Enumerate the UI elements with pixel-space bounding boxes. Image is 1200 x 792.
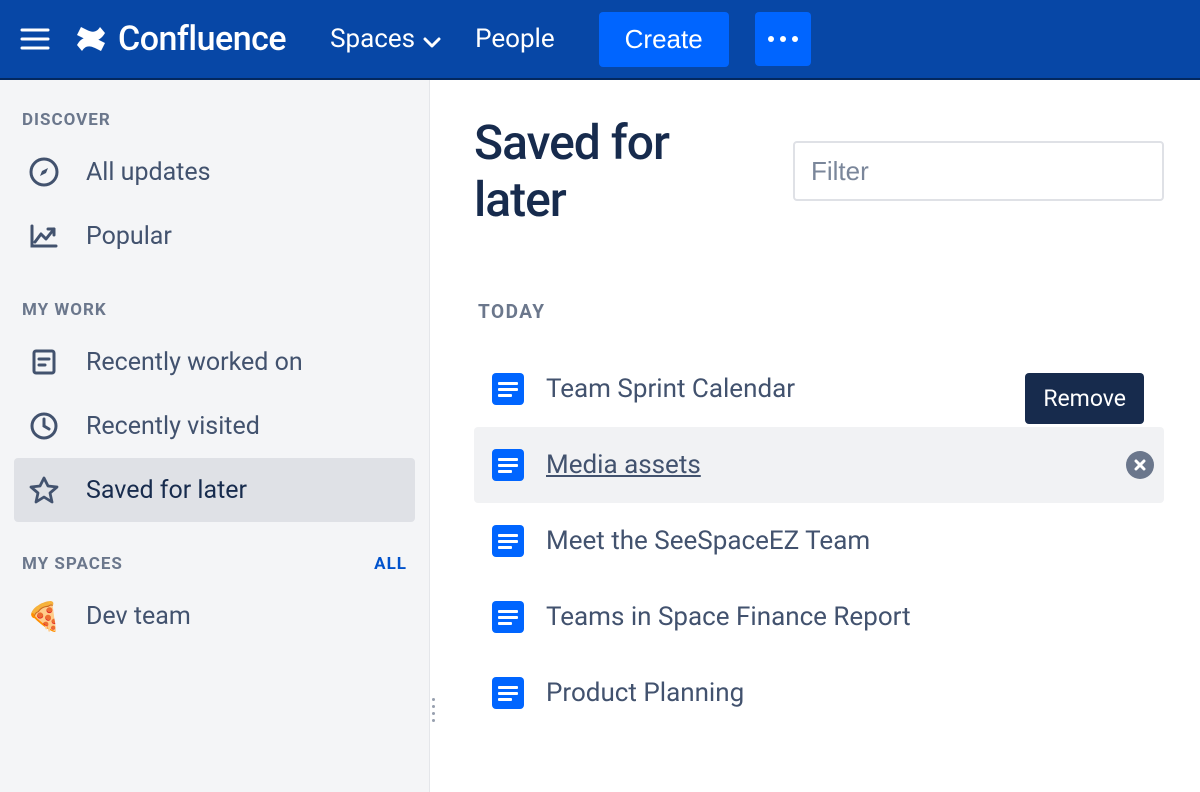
product-name: Confluence bbox=[118, 19, 286, 59]
page-icon bbox=[492, 449, 524, 481]
main-content: Saved for later TODAY Team Sprint Calend… bbox=[430, 80, 1200, 792]
all-spaces-link[interactable]: ALL bbox=[374, 554, 407, 574]
sidebar-item-label: Recently worked on bbox=[86, 348, 303, 377]
sidebar-space-dev-team[interactable]: 🍕 Dev team bbox=[14, 584, 415, 648]
nav-people[interactable]: People bbox=[475, 24, 555, 54]
more-actions-button[interactable] bbox=[755, 12, 811, 66]
sidebar-section-mywork: MY WORK Recently worked on Recently visi… bbox=[14, 300, 415, 522]
sidebar-section-myspaces: MY SPACES ALL 🍕 Dev team bbox=[14, 554, 415, 648]
sidebar-item-label: Recently visited bbox=[86, 412, 260, 441]
sidebar-heading-discover: DISCOVER bbox=[14, 110, 415, 140]
sidebar-section-discover: DISCOVER All updates Popular bbox=[14, 110, 415, 268]
sidebar-item-label: Dev team bbox=[86, 602, 191, 631]
saved-item-title: Meet the SeeSpaceEZ Team bbox=[546, 526, 870, 556]
page-icon bbox=[492, 677, 524, 709]
saved-item-row[interactable]: Product Planning bbox=[474, 655, 1164, 731]
page-title: Saved for later bbox=[474, 114, 769, 228]
nav-links: Spaces People bbox=[330, 22, 555, 56]
sidebar-item-all-updates[interactable]: All updates bbox=[14, 140, 415, 204]
page-icon bbox=[492, 601, 524, 633]
dots-icon bbox=[768, 36, 774, 42]
sidebar: DISCOVER All updates Popular MY WORK bbox=[0, 80, 430, 792]
chevron-down-icon bbox=[423, 26, 441, 56]
page-icon bbox=[492, 525, 524, 557]
group-heading-today: TODAY bbox=[474, 300, 1164, 323]
saved-item-row[interactable]: Meet the SeeSpaceEZ Team bbox=[474, 503, 1164, 579]
create-button[interactable]: Create bbox=[599, 12, 729, 67]
saved-item-title: Team Sprint Calendar bbox=[546, 374, 795, 404]
remove-tooltip: Remove bbox=[1025, 373, 1144, 424]
menu-icon[interactable] bbox=[20, 27, 50, 51]
confluence-logo-icon bbox=[74, 22, 108, 56]
nav-people-label: People bbox=[475, 24, 555, 54]
sidebar-item-popular[interactable]: Popular bbox=[14, 204, 415, 268]
saved-item-title: Teams in Space Finance Report bbox=[546, 602, 911, 632]
clock-icon bbox=[28, 410, 60, 442]
trending-icon bbox=[28, 220, 60, 252]
star-icon bbox=[28, 474, 60, 506]
sidebar-heading-myspaces: MY SPACES ALL bbox=[14, 554, 415, 584]
product-logo[interactable]: Confluence bbox=[74, 19, 286, 59]
saved-item-title: Product Planning bbox=[546, 678, 744, 708]
saved-item-title: Media assets bbox=[546, 450, 701, 480]
sidebar-item-label: All updates bbox=[86, 158, 211, 187]
sidebar-item-recently-worked-on[interactable]: Recently worked on bbox=[14, 330, 415, 394]
pizza-icon: 🍕 bbox=[28, 600, 60, 632]
close-icon bbox=[1133, 458, 1147, 472]
saved-item-row[interactable]: Media assets Remove bbox=[474, 427, 1164, 503]
nav-spaces-label: Spaces bbox=[330, 24, 415, 54]
nav-spaces[interactable]: Spaces bbox=[330, 22, 441, 56]
compass-icon bbox=[28, 156, 60, 188]
page-icon bbox=[492, 373, 524, 405]
remove-button[interactable] bbox=[1126, 451, 1154, 479]
saved-item-row[interactable]: Teams in Space Finance Report bbox=[474, 579, 1164, 655]
top-navigation: Confluence Spaces People Create bbox=[0, 0, 1200, 80]
filter-input[interactable] bbox=[793, 141, 1164, 201]
document-icon bbox=[28, 346, 60, 378]
sidebar-item-recently-visited[interactable]: Recently visited bbox=[14, 394, 415, 458]
main-header: Saved for later bbox=[474, 114, 1164, 228]
sidebar-item-saved-for-later[interactable]: Saved for later bbox=[14, 458, 415, 522]
sidebar-item-label: Popular bbox=[86, 222, 172, 251]
sidebar-item-label: Saved for later bbox=[86, 476, 247, 505]
sidebar-heading-mywork: MY WORK bbox=[14, 300, 415, 330]
